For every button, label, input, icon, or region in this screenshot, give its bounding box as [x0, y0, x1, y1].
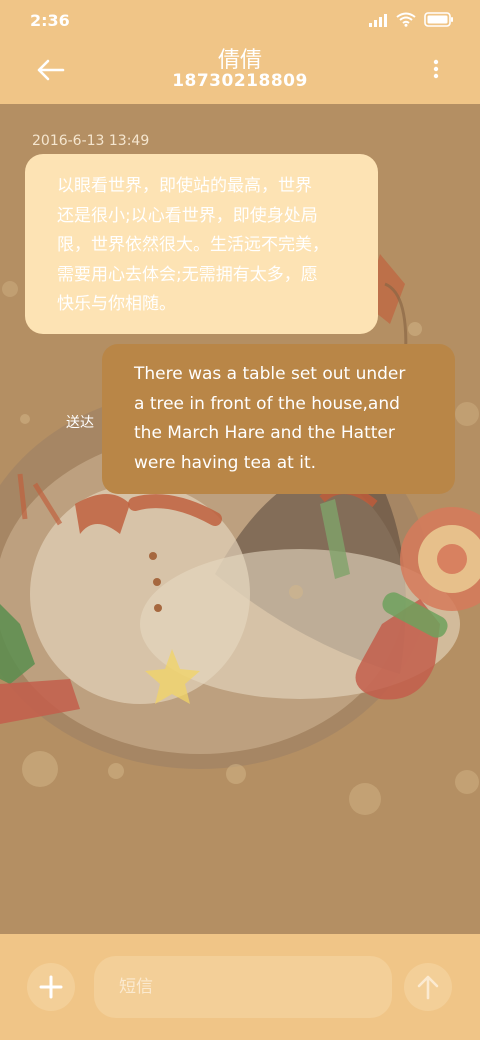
- message-text-line: a tree in front of the house,and: [134, 393, 400, 414]
- message-text-line: were having tea at it.: [134, 452, 317, 473]
- delivery-status: 送达: [66, 415, 94, 431]
- message-text-line: There was a table set out under: [134, 364, 406, 384]
- message-text-line: 限，世界依然很大。生活远不完美，: [57, 235, 329, 255]
- more-options-button[interactable]: [430, 58, 442, 82]
- compose-bar: [0, 934, 480, 1040]
- message-text-line: 还是很小;以心看世界，即使身处局: [57, 205, 318, 226]
- battery-icon: [424, 12, 453, 27]
- conversation-header: 倩倩 18730218809: [0, 40, 480, 104]
- contact-name: 倩倩: [217, 48, 262, 73]
- wifi-icon: [396, 12, 416, 27]
- message-text-line: 以眼看世界，即使站的最高，世界: [57, 176, 312, 196]
- message-timestamp: 2016-6-13 13:49: [32, 133, 150, 149]
- status-bar: 2:36: [0, 0, 480, 40]
- plus-icon: [39, 975, 63, 999]
- message-text-line: 快乐与你相随。: [57, 294, 176, 314]
- message-text-line: 需要用心去体会;无需拥有太多，愿: [57, 264, 318, 285]
- contact-phone-number: 18730218809: [172, 71, 308, 91]
- incoming-message-bubble[interactable]: 以眼看世界，即使站的最高，世界 还是很小;以心看世界，即使身处局 限，世界依然很…: [25, 154, 378, 334]
- add-attachment-button[interactable]: [27, 963, 75, 1011]
- more-vertical-icon: [433, 59, 439, 79]
- status-icons: [368, 12, 454, 27]
- status-time: 2:36: [30, 11, 70, 30]
- message-input[interactable]: [94, 956, 392, 1018]
- outgoing-message-bubble[interactable]: There was a table set out under a tree i…: [102, 344, 455, 494]
- message-text-line: the March Hare and the Hatter: [134, 423, 395, 443]
- send-button[interactable]: [404, 963, 452, 1011]
- arrow-up-icon: [417, 975, 439, 1000]
- signal-icon: [369, 13, 387, 27]
